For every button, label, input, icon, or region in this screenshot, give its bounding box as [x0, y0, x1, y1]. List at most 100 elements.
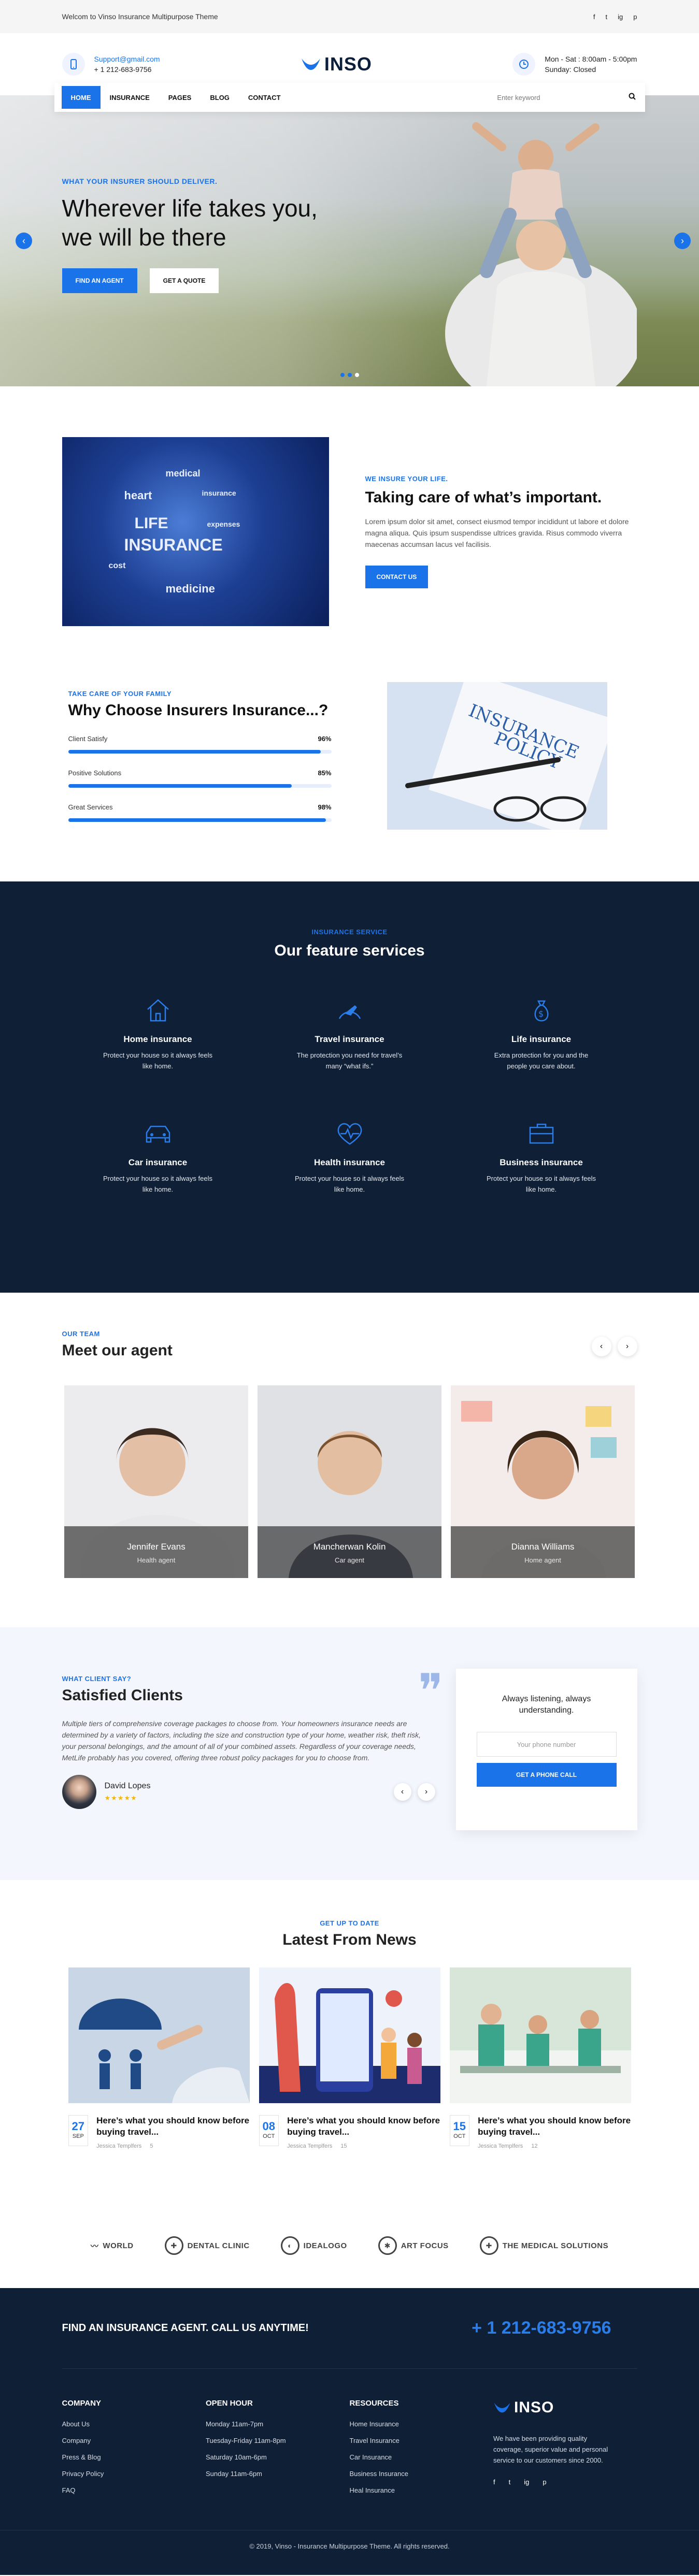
service-title: Home insurance: [123, 1034, 192, 1044]
footer-link[interactable]: FAQ: [62, 2482, 206, 2499]
progress-value: 98%: [318, 803, 332, 811]
instagram-icon[interactable]: ig: [618, 13, 623, 21]
progress-bar: Positive Solutions 85%: [68, 769, 332, 788]
service-item[interactable]: Health insurance Protect your house so i…: [254, 1119, 446, 1195]
team-section: OUR TEAM Meet our agent ‹ › Jennifer Eva…: [0, 1293, 699, 1627]
service-item[interactable]: Car insurance Protect your house so it a…: [62, 1119, 254, 1195]
footer-link[interactable]: Home Insurance: [350, 2416, 494, 2433]
client-logo[interactable]: ✚ DENTAL CLINIC: [164, 2236, 250, 2255]
testimonial-prev-icon[interactable]: ‹: [393, 1783, 411, 1801]
facebook-icon[interactable]: f: [493, 2478, 495, 2486]
instagram-icon[interactable]: ig: [524, 2478, 529, 2486]
callbox-title: Always listening, always understanding.: [502, 1695, 591, 1715]
service-item[interactable]: $ Life insurance Extra protection for yo…: [446, 996, 637, 1072]
client-logo-text: IDEALOGO: [303, 2241, 347, 2250]
nav-pages[interactable]: PAGES: [159, 83, 201, 112]
twitter-icon[interactable]: t: [606, 13, 608, 21]
agent-card[interactable]: Mancherwan Kolin Car agent: [258, 1385, 441, 1578]
about-title: Taking care of what’s important.: [365, 489, 602, 506]
footer-heading: RESOURCES: [349, 2399, 399, 2408]
pinterest-icon[interactable]: p: [633, 13, 637, 21]
agent-card[interactable]: Dianna Williams Home agent: [451, 1385, 635, 1578]
cta-phone[interactable]: + 1 212-683-9756: [472, 2318, 611, 2338]
find-agent-button[interactable]: FIND AN AGENT: [62, 268, 137, 293]
client-logo[interactable]: 〰 WORLD: [91, 2240, 134, 2251]
news-post[interactable]: 15 OCT Here’s what you should know befor…: [449, 1967, 631, 2149]
search-icon[interactable]: [629, 93, 636, 102]
services-title: Our feature services: [274, 942, 425, 959]
testimonial-next-icon[interactable]: ›: [417, 1783, 435, 1801]
nav-home[interactable]: HOME: [61, 86, 101, 109]
team-eyebrow: OUR TEAM: [62, 1330, 100, 1338]
client-logo[interactable]: ◐ IDEALOGO: [280, 2236, 347, 2255]
footer-link[interactable]: Travel Insurance: [350, 2433, 494, 2449]
search-box[interactable]: Enter keyword: [497, 93, 636, 102]
post-title[interactable]: Here’s what you should know before buyin…: [478, 2115, 631, 2138]
slider-next-icon[interactable]: ›: [674, 233, 691, 249]
client-name: David Lopes: [104, 1782, 151, 1790]
footer-logo[interactable]: INSO: [493, 2399, 637, 2416]
pinterest-icon[interactable]: p: [543, 2478, 546, 2486]
heart-pulse-icon: [334, 1119, 365, 1149]
footer: FIND AN INSURANCE AGENT. CALL US ANYTIME…: [0, 2288, 699, 2575]
logo[interactable]: INSO: [301, 53, 372, 75]
client-logo[interactable]: ✚ THE MEDICAL SOLUTIONS: [479, 2236, 609, 2255]
footer-link[interactable]: Press & Blog: [62, 2449, 206, 2466]
nav-blog[interactable]: BLOG: [201, 83, 239, 112]
phone-input[interactable]: Your phone number: [476, 1732, 617, 1757]
progress-fill: [68, 818, 326, 822]
slider-dot[interactable]: [347, 373, 352, 377]
progress-bar: Client Satisfy 96%: [68, 735, 332, 754]
team-prev-icon[interactable]: ‹: [591, 1337, 611, 1356]
agent-card[interactable]: Jennifer Evans Health agent: [64, 1385, 248, 1578]
briefcase-icon: [526, 1119, 557, 1149]
logo-text: INSO: [324, 53, 372, 75]
news-section: GET UP TO DATE Latest From News 27 SEP H…: [0, 1880, 699, 2203]
footer-link[interactable]: Heal Insurance: [350, 2482, 494, 2499]
team-title: Meet our agent: [62, 1342, 173, 1359]
hero-title-line-2: we will be there: [62, 224, 226, 251]
get-quote-button[interactable]: GET A QUOTE: [149, 268, 219, 293]
main-nav: HOME INSURANCE PAGES BLOG CONTACT Enter …: [54, 83, 645, 112]
medical-icon: ✚: [479, 2236, 498, 2255]
footer-link[interactable]: Business Insurance: [350, 2466, 494, 2482]
slider-prev-icon[interactable]: ‹: [16, 233, 32, 249]
progress-label: Positive Solutions: [68, 769, 122, 777]
contact-us-button[interactable]: CONTACT US: [365, 566, 429, 588]
search-input[interactable]: Enter keyword: [497, 94, 540, 102]
footer-link[interactable]: Company: [62, 2433, 206, 2449]
logo-icon: [494, 2403, 510, 2413]
post-image: [449, 1967, 631, 2103]
twitter-icon[interactable]: t: [509, 2478, 511, 2486]
team-next-icon[interactable]: ›: [617, 1337, 637, 1356]
facebook-icon[interactable]: f: [593, 13, 595, 21]
footer-link[interactable]: Privacy Policy: [62, 2466, 206, 2482]
slider-dot[interactable]: [354, 373, 359, 377]
nav-insurance[interactable]: INSURANCE: [101, 83, 159, 112]
top-social: f t ig p: [593, 13, 637, 21]
client-logo-text: THE MEDICAL SOLUTIONS: [502, 2241, 609, 2250]
post-image: [259, 1967, 440, 2103]
service-item[interactable]: Travel insurance The protection you need…: [254, 996, 446, 1072]
post-author: Jessica Templfers: [478, 2143, 523, 2149]
top-bar: Welcom to Vinso Insurance Multipurpose T…: [0, 0, 699, 33]
nav-contact[interactable]: CONTACT: [239, 83, 290, 112]
support-email[interactable]: Support@gmail.com: [94, 54, 160, 64]
footer-link[interactable]: Car Insurance: [350, 2449, 494, 2466]
footer-link[interactable]: About Us: [62, 2416, 206, 2433]
about-eyebrow: WE INSURE YOUR LIFE.: [365, 475, 448, 483]
post-title[interactable]: Here’s what you should know before buyin…: [96, 2115, 249, 2138]
post-day: 15: [453, 2120, 466, 2133]
service-item[interactable]: Business insurance Protect your house so…: [446, 1119, 637, 1195]
post-day: 27: [72, 2120, 85, 2133]
agent-role: Car agent: [334, 1556, 365, 1564]
client-logo[interactable]: ✱ ART FOCUS: [378, 2236, 449, 2255]
service-item[interactable]: Home insurance Protect your house so it …: [62, 996, 254, 1072]
news-post[interactable]: 27 SEP Here’s what you should know befor…: [68, 1967, 250, 2149]
phone-call-button[interactable]: GET A PHONE CALL: [476, 1763, 617, 1787]
slider-dot[interactable]: [340, 373, 345, 377]
news-post[interactable]: 08 OCT Here’s what you should know befor…: [259, 1967, 440, 2149]
hours-item: Saturday 10am-6pm: [206, 2453, 267, 2461]
progress-value: 85%: [318, 769, 332, 777]
post-title[interactable]: Here’s what you should know before buyin…: [287, 2115, 440, 2138]
